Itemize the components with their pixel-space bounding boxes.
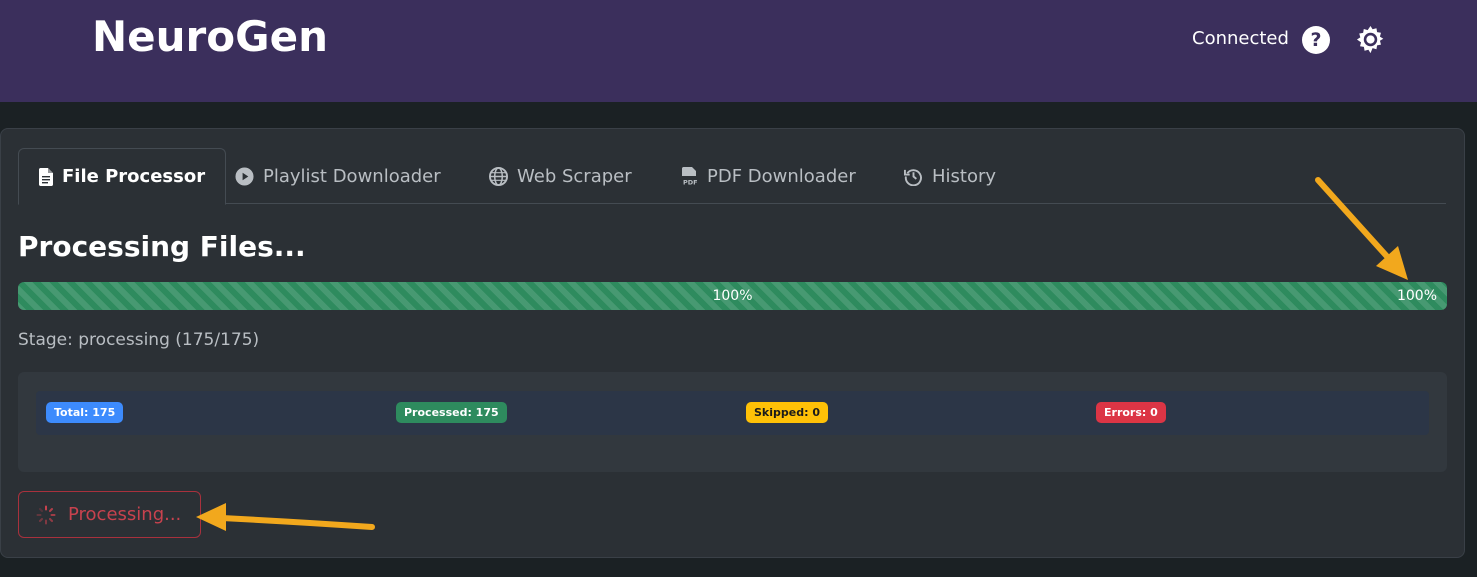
processing-button[interactable]: Processing... <box>18 491 201 538</box>
brand-logo[interactable]: NeuroGen <box>92 12 328 61</box>
tab-web-scraper[interactable]: Web Scraper <box>469 148 652 204</box>
tab-label: History <box>932 165 997 187</box>
tab-label: Web Scraper <box>517 165 632 187</box>
tab-bar: File Processor Playlist Downloader Web S… <box>18 148 1446 205</box>
navbar: NeuroGen Connected ? <box>0 0 1477 102</box>
progress-percent-right-label: 100% <box>1396 288 1437 304</box>
history-icon <box>904 168 922 186</box>
progress-title: Processing Files... <box>18 230 306 263</box>
play-circle-icon <box>235 166 254 186</box>
tab-label: PDF Downloader <box>707 165 856 187</box>
tab-playlist-downloader[interactable]: Playlist Downloader <box>215 148 461 204</box>
skipped-badge: Skipped: 0 <box>746 402 828 423</box>
tab-pdf-downloader[interactable]: PDF PDF Downloader <box>662 148 876 204</box>
progress-bar: 100% 100% <box>18 282 1447 310</box>
tab-history[interactable]: History <box>884 148 1016 204</box>
file-icon <box>39 167 53 186</box>
connection-status: Connected <box>1192 28 1289 49</box>
stage-text: Stage: processing (175/175) <box>18 330 260 350</box>
spinner-icon <box>36 505 56 524</box>
stats-row <box>36 391 1429 435</box>
tab-label: Playlist Downloader <box>263 165 441 187</box>
progress-percent-label: 100% <box>712 288 753 304</box>
total-badge: Total: 175 <box>46 402 124 423</box>
gear-icon[interactable] <box>1355 24 1386 55</box>
svg-text:PDF: PDF <box>683 178 698 186</box>
processing-button-label: Processing... <box>68 504 182 525</box>
processed-badge: Processed: 175 <box>396 402 507 423</box>
globe-icon <box>489 166 508 186</box>
errors-badge: Errors: 0 <box>1096 402 1166 423</box>
help-circle-icon[interactable]: ? <box>1302 26 1330 54</box>
tab-label: File Processor <box>62 166 206 187</box>
pdf-file-icon: PDF <box>682 166 698 186</box>
tab-file-processor[interactable]: File Processor <box>18 148 227 205</box>
